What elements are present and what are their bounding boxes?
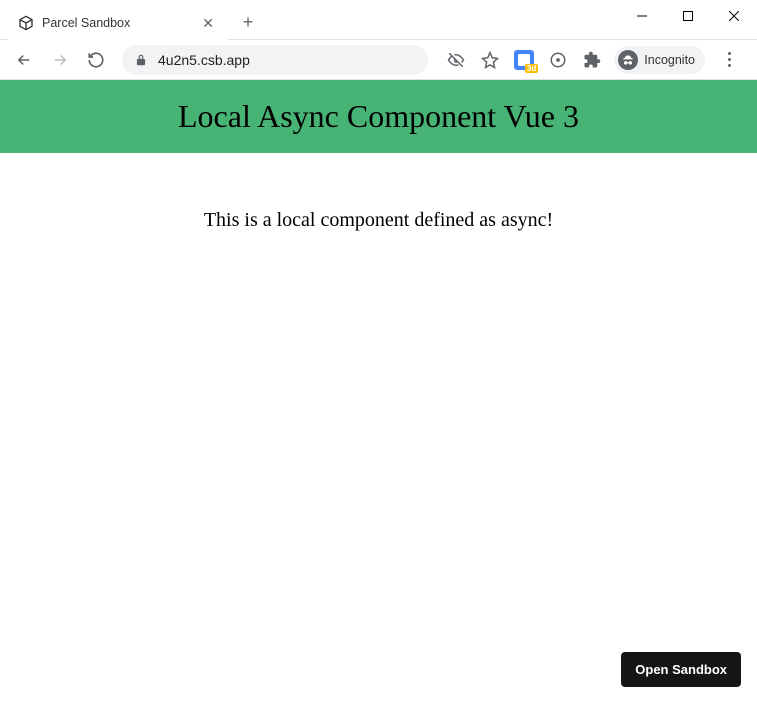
back-button[interactable] xyxy=(8,44,40,76)
extension-badge: 3d xyxy=(525,64,538,73)
incognito-label: Incognito xyxy=(644,53,695,67)
tab-title: Parcel Sandbox xyxy=(42,16,190,30)
open-sandbox-button[interactable]: Open Sandbox xyxy=(621,652,741,687)
circle-icon[interactable] xyxy=(546,48,570,72)
page-viewport: Local Async Component Vue 3 This is a lo… xyxy=(0,80,757,705)
url-text: 4u2n5.csb.app xyxy=(158,52,250,68)
puzzle-icon[interactable] xyxy=(580,48,604,72)
window-controls xyxy=(619,0,757,32)
address-bar[interactable]: 4u2n5.csb.app xyxy=(122,45,428,75)
browser-toolbar: 4u2n5.csb.app 3d Incognito xyxy=(0,40,757,80)
new-tab-button[interactable]: + xyxy=(234,8,262,36)
eye-off-icon[interactable] xyxy=(444,48,468,72)
reload-button[interactable] xyxy=(80,44,112,76)
extension-icon[interactable]: 3d xyxy=(512,48,536,72)
incognito-icon xyxy=(618,50,638,70)
page-heading: Local Async Component Vue 3 xyxy=(0,98,757,135)
close-icon[interactable]: ✕ xyxy=(198,16,218,30)
maximize-button[interactable] xyxy=(665,0,711,32)
page-body-text: This is a local component defined as asy… xyxy=(0,209,757,232)
toolbar-icons: 3d Incognito xyxy=(438,46,749,74)
window-titlebar: Parcel Sandbox ✕ + xyxy=(0,0,757,40)
window-close-button[interactable] xyxy=(711,0,757,32)
forward-button[interactable] xyxy=(44,44,76,76)
browser-tab[interactable]: Parcel Sandbox ✕ xyxy=(8,6,228,40)
page-banner: Local Async Component Vue 3 xyxy=(0,80,757,153)
lock-icon xyxy=(134,53,148,67)
incognito-chip[interactable]: Incognito xyxy=(614,46,705,74)
cube-icon xyxy=(18,15,34,31)
star-icon[interactable] xyxy=(478,48,502,72)
kebab-menu-icon[interactable] xyxy=(715,46,743,74)
minimize-button[interactable] xyxy=(619,0,665,32)
